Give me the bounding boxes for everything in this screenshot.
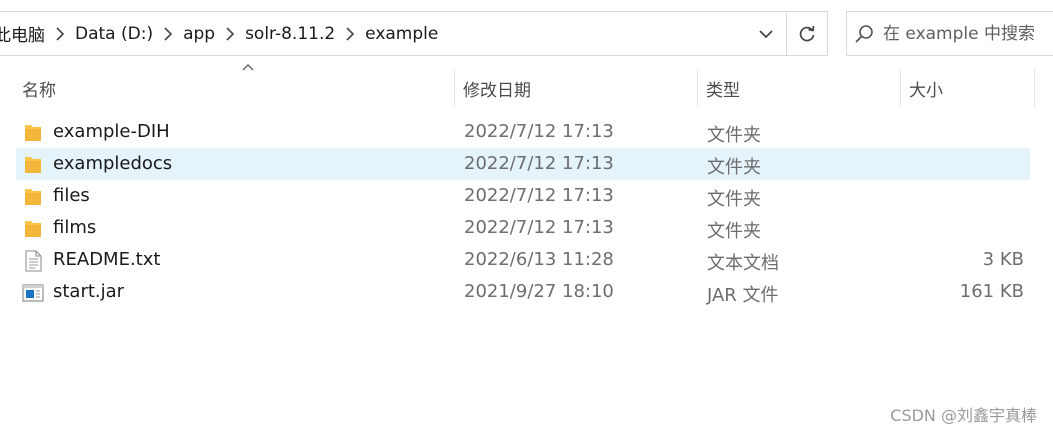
column-header-date[interactable]: 修改日期 — [455, 69, 698, 107]
file-date: 2022/6/13 11:28 — [464, 249, 614, 270]
column-header-type[interactable]: 类型 — [698, 69, 901, 107]
text-file-icon — [22, 250, 44, 272]
chevron-right-icon[interactable] — [219, 12, 241, 55]
file-size: 161 KB — [959, 281, 1024, 302]
watermark: CSDN @刘鑫宇真棒 — [890, 406, 1037, 425]
file-name: files — [53, 185, 90, 206]
file-type: JAR 文件 — [707, 285, 779, 306]
file-name: films — [53, 217, 97, 238]
breadcrumb-app[interactable]: app — [179, 24, 219, 44]
folder-icon — [22, 122, 44, 144]
column-header-date-label: 修改日期 — [463, 80, 531, 101]
file-date: 2022/7/12 17:13 — [464, 121, 614, 142]
file-row[interactable]: films 2022/7/12 17:13 文件夹 — [16, 212, 1030, 244]
file-type: 文件夹 — [707, 189, 761, 210]
column-header-type-label: 类型 — [706, 80, 740, 101]
column-header-name-label: 名称 — [22, 80, 56, 101]
sort-ascending-icon — [242, 64, 254, 71]
search-box[interactable] — [846, 11, 1053, 56]
search-icon — [847, 23, 881, 45]
file-row[interactable]: start.jar 2021/9/27 18:10 JAR 文件 161 KB — [16, 276, 1030, 308]
breadcrumb-solr[interactable]: solr-8.11.2 — [241, 24, 339, 44]
column-header-size-label: 大小 — [909, 80, 943, 101]
file-name: example-DIH — [53, 121, 170, 142]
jar-file-icon — [22, 282, 44, 304]
file-row[interactable]: files 2022/7/12 17:13 文件夹 — [16, 180, 1030, 212]
address-bar[interactable]: 此电脑 Data (D:) app solr-8.11.2 example — [0, 11, 828, 56]
folder-icon — [22, 154, 44, 176]
breadcrumb-this-pc[interactable]: 此电脑 — [0, 21, 49, 46]
folder-icon — [22, 186, 44, 208]
breadcrumb: 此电脑 Data (D:) app solr-8.11.2 example — [0, 12, 746, 55]
column-header-size[interactable]: 大小 — [901, 69, 1035, 107]
column-header-name[interactable]: 名称 — [14, 64, 455, 107]
file-date: 2022/7/12 17:13 — [464, 185, 614, 206]
file-type: 文件夹 — [707, 221, 761, 242]
chevron-right-icon[interactable] — [157, 12, 179, 55]
folder-icon — [22, 218, 44, 240]
file-date: 2022/7/12 17:13 — [464, 217, 614, 238]
column-header-row: 名称 修改日期 类型 大小 — [0, 64, 1053, 107]
address-history-dropdown[interactable] — [746, 12, 786, 55]
file-type: 文件夹 — [707, 125, 761, 146]
chevron-right-icon[interactable] — [49, 12, 71, 55]
refresh-button[interactable] — [786, 12, 827, 55]
search-input[interactable] — [881, 22, 1053, 45]
file-row[interactable]: README.txt 2022/6/13 11:28 文本文档 3 KB — [16, 244, 1030, 276]
file-name: start.jar — [53, 281, 125, 302]
breadcrumb-example[interactable]: example — [361, 24, 442, 44]
file-type: 文本文档 — [707, 253, 779, 274]
chevron-right-icon[interactable] — [339, 12, 361, 55]
file-size: 3 KB — [982, 249, 1024, 270]
file-name: README.txt — [53, 249, 161, 270]
breadcrumb-drive[interactable]: Data (D:) — [71, 24, 157, 44]
refresh-icon — [799, 25, 815, 41]
file-row[interactable]: example-DIH 2022/7/12 17:13 文件夹 — [16, 116, 1030, 148]
file-date: 2021/9/27 18:10 — [464, 281, 614, 302]
file-name: exampledocs — [53, 153, 173, 174]
file-date: 2022/7/12 17:13 — [464, 153, 614, 174]
file-row-selected[interactable]: exampledocs 2022/7/12 17:13 文件夹 — [16, 148, 1030, 180]
chevron-down-icon — [759, 29, 773, 38]
file-type: 文件夹 — [707, 157, 761, 178]
